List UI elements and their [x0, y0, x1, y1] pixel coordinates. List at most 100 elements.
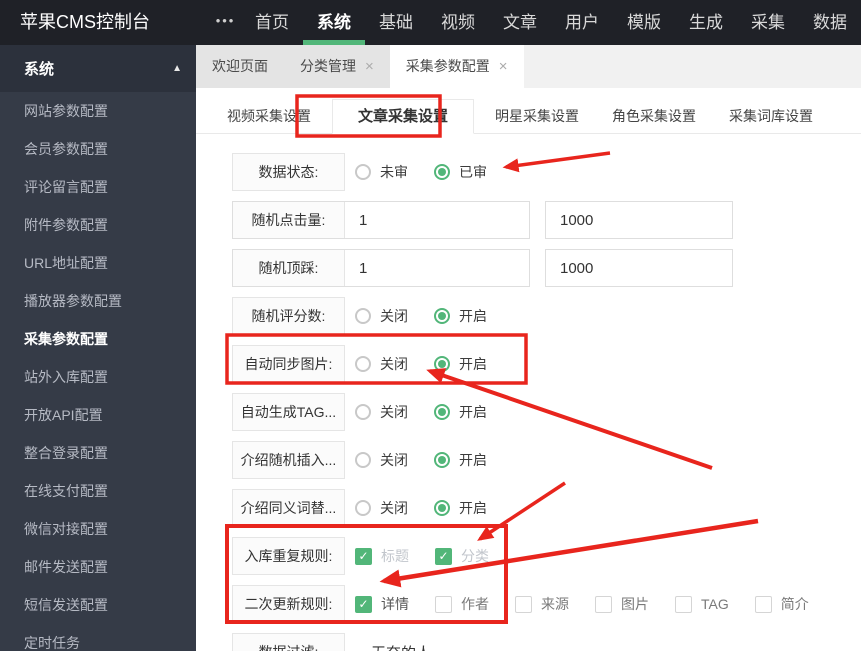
checkbox-checked[interactable]: ✓	[355, 547, 372, 565]
sidebar-item-13[interactable]: 邮件发送配置	[0, 548, 196, 586]
field-label: 自动同步图片:	[232, 345, 345, 383]
form-row-7: 介绍随机插入... 关闭 开启	[232, 441, 861, 479]
radio-label: 开启	[459, 404, 487, 420]
radio-option[interactable]: 关闭	[355, 354, 408, 374]
checkbox-label: 标题	[381, 548, 409, 564]
radio-checked[interactable]	[434, 308, 450, 324]
radio-label: 未审	[380, 164, 408, 180]
checkbox-option[interactable]: 图片	[595, 594, 649, 614]
nav-item-3[interactable]: 基础	[365, 0, 427, 45]
radio-label: 开启	[459, 356, 487, 372]
checkbox-option[interactable]: ✓ 详情	[355, 594, 409, 614]
nav-item-1[interactable]: 首页	[241, 0, 303, 45]
nav-item-10[interactable]: 数据	[799, 0, 861, 45]
sidebar-item-9[interactable]: 开放API配置	[0, 396, 196, 434]
radio-label: 关闭	[380, 452, 408, 468]
sidebar-item-7[interactable]: 采集参数配置	[0, 320, 196, 358]
checkbox-option[interactable]: 作者	[435, 594, 489, 614]
radio-unchecked[interactable]	[355, 500, 371, 516]
nav-item-6[interactable]: 用户	[551, 0, 613, 45]
radio-option[interactable]: 开启	[434, 402, 487, 422]
tab-label: 欢迎页面	[212, 58, 268, 74]
radio-checked[interactable]	[434, 164, 450, 180]
nav-item-7[interactable]: 模版	[613, 0, 675, 45]
checkbox-unchecked[interactable]	[754, 595, 772, 613]
sidebar-item-5[interactable]: URL地址配置	[0, 244, 196, 282]
radio-label: 关闭	[380, 404, 408, 420]
checkbox-option[interactable]: ✓ 分类	[435, 546, 489, 566]
radio-option[interactable]: 开启	[434, 498, 487, 518]
sidebar-group-header[interactable]: 系统 ▲	[0, 45, 196, 92]
nav-item-2[interactable]: 系统	[303, 0, 365, 45]
checkbox-checked[interactable]: ✓	[435, 547, 452, 565]
checkbox-option[interactable]: ✓ 标题	[355, 546, 409, 566]
sidebar-item-3[interactable]: 评论留言配置	[0, 168, 196, 206]
checkbox-label: 详情	[381, 596, 409, 612]
sidebar-item-14[interactable]: 短信发送配置	[0, 586, 196, 624]
checkbox-unchecked[interactable]	[595, 595, 612, 613]
subtab-5[interactable]: 采集词库设置	[717, 100, 825, 133]
radio-option[interactable]: 关闭	[355, 306, 408, 326]
radio-unchecked[interactable]	[355, 164, 371, 180]
radio-option[interactable]: 开启	[434, 306, 487, 326]
radio-option[interactable]: 关闭	[355, 498, 408, 518]
max-value-input[interactable]	[546, 250, 732, 286]
radio-option[interactable]: 开启	[434, 450, 487, 470]
radio-option[interactable]: 已审	[434, 162, 487, 182]
checkbox-unchecked[interactable]	[435, 595, 452, 613]
radio-option[interactable]: 关闭	[355, 450, 408, 470]
radio-unchecked[interactable]	[355, 308, 371, 324]
radio-unchecked[interactable]	[355, 452, 371, 468]
tab-label: 分类管理	[300, 58, 356, 74]
max-value-input[interactable]	[546, 202, 732, 238]
sidebar-item-11[interactable]: 在线支付配置	[0, 472, 196, 510]
nav-item-8[interactable]: 生成	[675, 0, 737, 45]
nav-item-5[interactable]: 文章	[489, 0, 551, 45]
radio-option[interactable]: 开启	[434, 354, 487, 374]
radio-checked[interactable]	[434, 500, 450, 516]
radio-unchecked[interactable]	[355, 404, 371, 420]
sidebar-item-10[interactable]: 整合登录配置	[0, 434, 196, 472]
tab-2[interactable]: 分类管理 ×	[284, 45, 390, 88]
sidebar-item-6[interactable]: 播放器参数配置	[0, 282, 196, 320]
nav-item-4[interactable]: 视频	[427, 0, 489, 45]
checkbox-option[interactable]: TAG	[675, 595, 729, 613]
sidebar-item-15[interactable]: 定时任务	[0, 624, 196, 651]
checkbox-option[interactable]: 简介	[754, 594, 809, 614]
subtab-2[interactable]: 文章采集设置	[332, 99, 475, 134]
form-row-6: 自动生成TAG... 关闭 开启	[232, 393, 861, 431]
sidebar-item-1[interactable]: 网站参数配置	[0, 92, 196, 130]
radio-checked[interactable]	[434, 404, 450, 420]
min-value-input[interactable]	[345, 202, 529, 238]
more-menu-icon[interactable]: •••	[210, 0, 241, 45]
radio-checked[interactable]	[434, 356, 450, 372]
radio-unchecked[interactable]	[355, 356, 371, 372]
radio-option[interactable]: 关闭	[355, 402, 408, 422]
sidebar-item-12[interactable]: 微信对接配置	[0, 510, 196, 548]
checkbox-option[interactable]: 来源	[515, 594, 569, 614]
checkbox-unchecked[interactable]	[675, 595, 692, 613]
checkbox-unchecked[interactable]	[515, 595, 532, 613]
nav-item-9[interactable]: 采集	[737, 0, 799, 45]
subtab-1[interactable]: 视频采集设置	[215, 100, 323, 133]
field-label: 随机顶踩:	[233, 250, 345, 286]
sidebar-item-2[interactable]: 会员参数配置	[0, 130, 196, 168]
radio-option[interactable]: 未审	[355, 162, 408, 182]
close-icon[interactable]: ×	[365, 58, 374, 75]
checkbox-checked[interactable]: ✓	[355, 595, 372, 613]
close-icon[interactable]: ×	[499, 58, 508, 75]
tab-3[interactable]: 采集参数配置 ×	[389, 45, 524, 88]
radio-label: 已审	[459, 164, 487, 180]
subtab-3[interactable]: 明星采集设置	[483, 100, 591, 133]
checkbox-label: 来源	[541, 596, 569, 612]
app-title: 苹果CMS控制台	[20, 12, 150, 32]
field-controls: 关闭 开启	[355, 306, 513, 326]
radio-checked[interactable]	[434, 452, 450, 468]
field-label: 数据过滤:	[232, 633, 345, 651]
form-row-11: 数据过滤: 无奈的人	[232, 633, 861, 651]
tab-1[interactable]: 欢迎页面	[196, 45, 284, 88]
min-value-input[interactable]	[345, 250, 529, 286]
sidebar-item-8[interactable]: 站外入库配置	[0, 358, 196, 396]
subtab-4[interactable]: 角色采集设置	[600, 100, 708, 133]
sidebar-item-4[interactable]: 附件参数配置	[0, 206, 196, 244]
